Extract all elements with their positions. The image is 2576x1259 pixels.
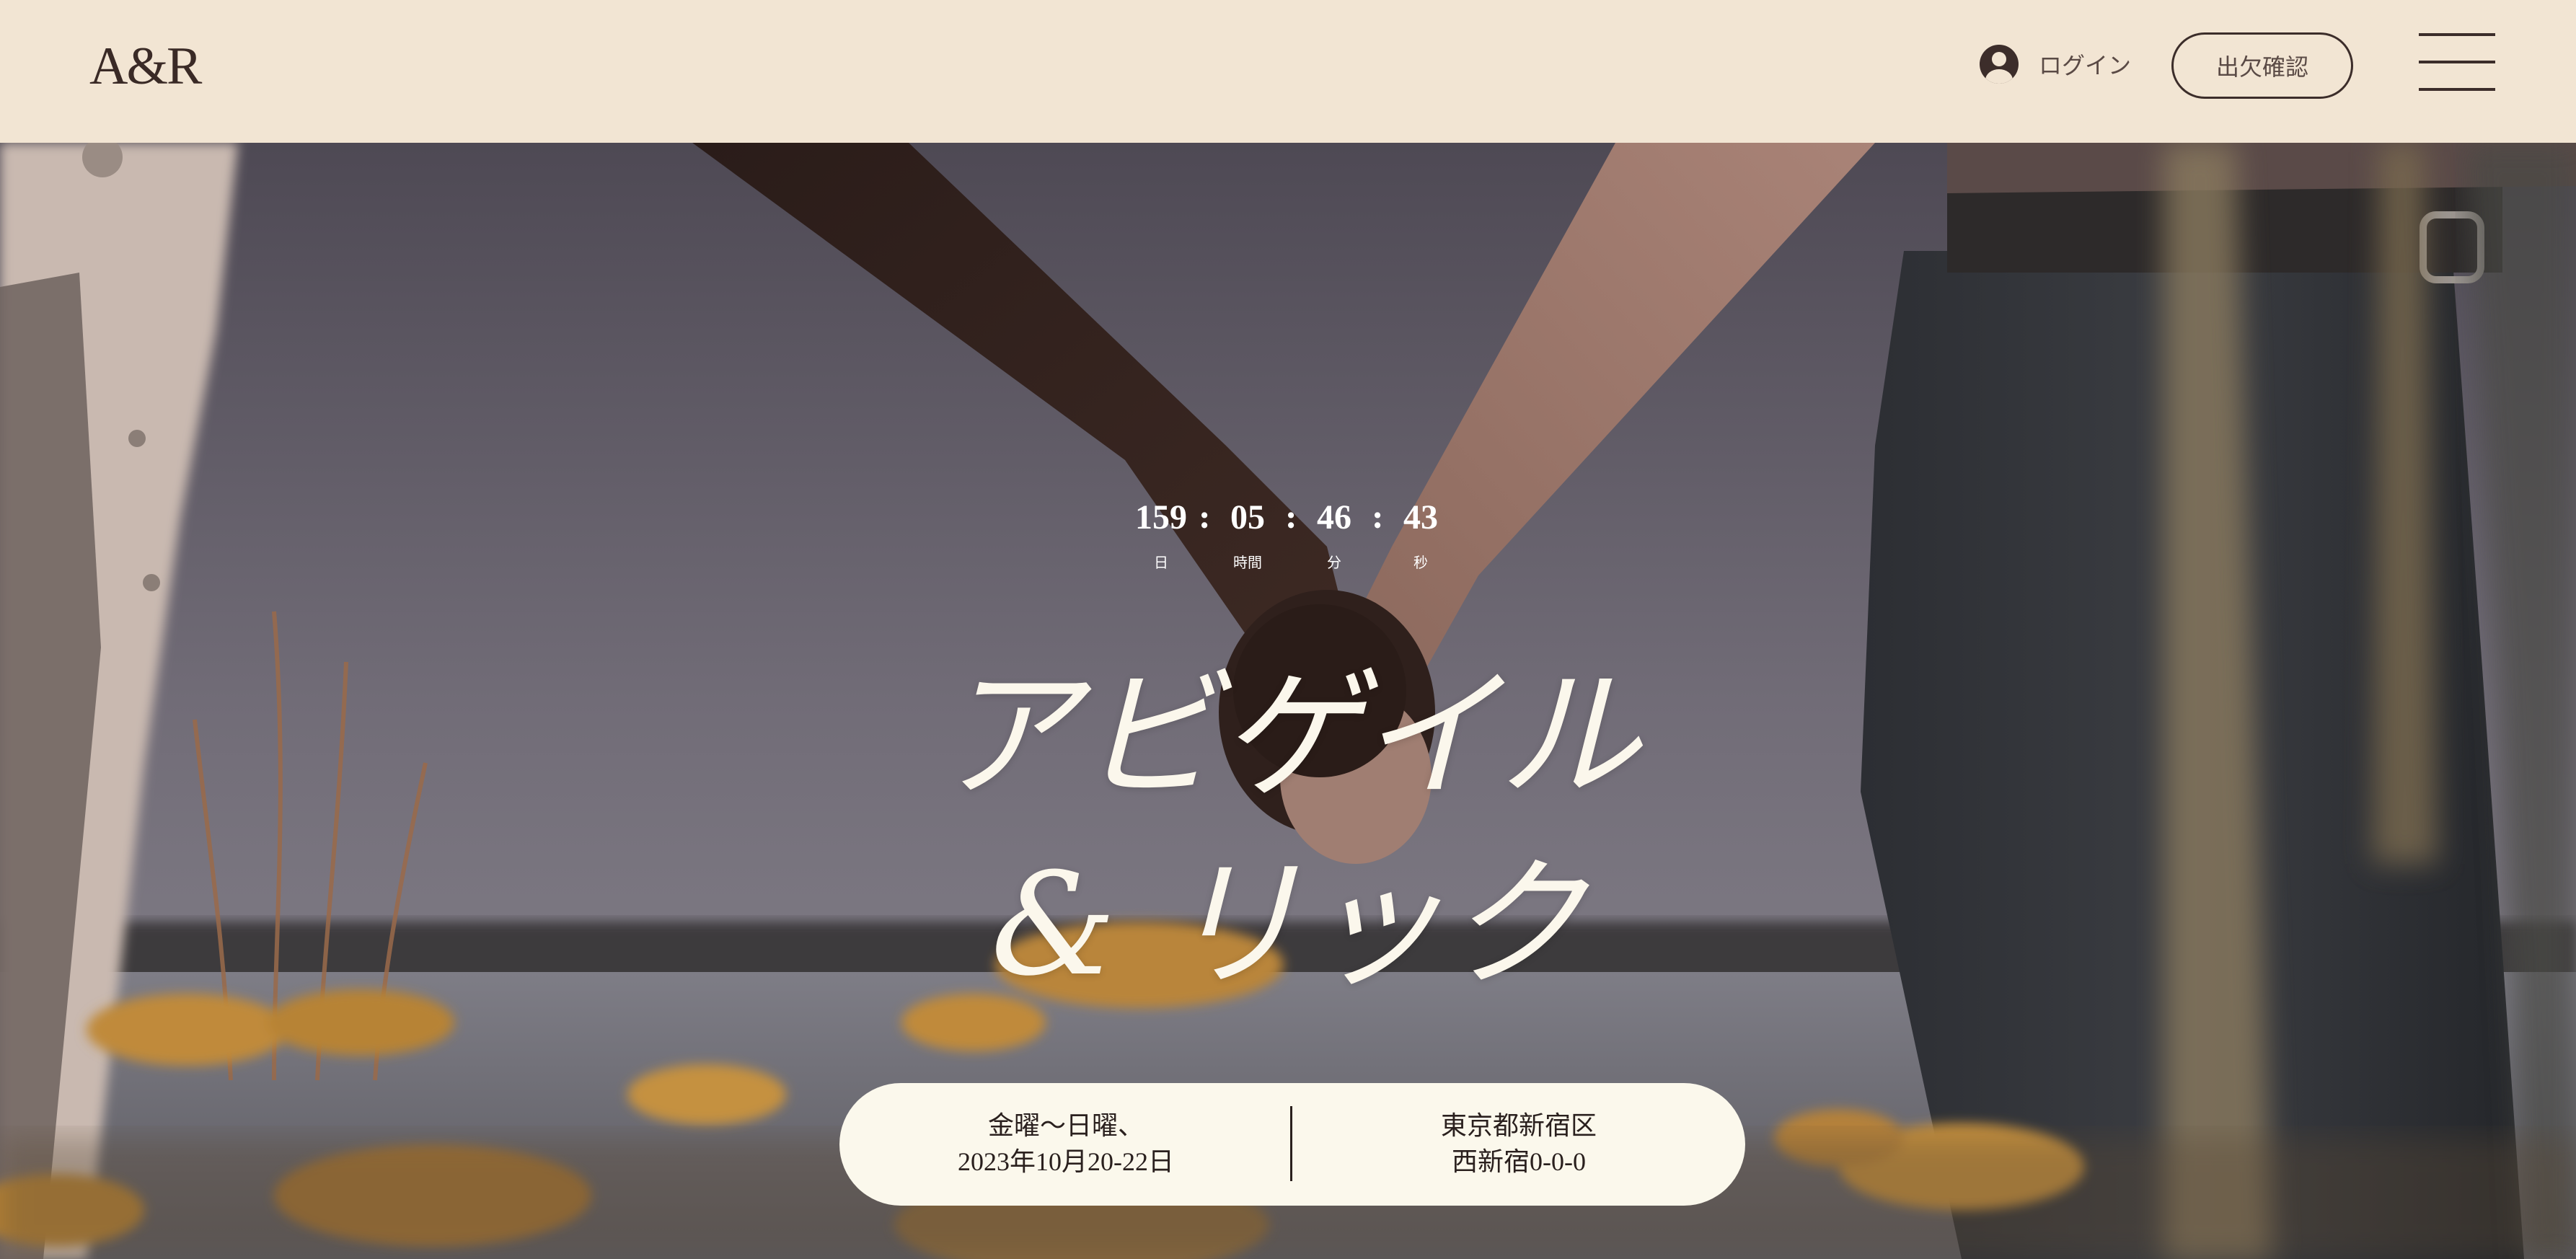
hamburger-menu-icon[interactable] — [2419, 32, 2495, 94]
countdown-hours-unit: 時間 — [1233, 554, 1262, 571]
countdown-days: 159 — [1135, 498, 1187, 536]
couple-name-line-1: アビゲイル — [935, 654, 1641, 818]
rsvp-button[interactable]: 出欠確認 — [2171, 32, 2353, 99]
login-label: ログイン — [2039, 52, 2132, 79]
login-link[interactable]: ログイン — [1980, 43, 2131, 85]
user-circle-icon — [1980, 45, 2019, 84]
countdown-days-unit: 日 — [1154, 554, 1168, 571]
menu-line — [2419, 33, 2495, 36]
countdown-separator: : — [1372, 499, 1384, 536]
countdown-seconds-unit: 秒 — [1413, 554, 1428, 571]
countdown-timer: 159 : 05 : 46 : 43 日 時間 分 秒 — [1132, 498, 1442, 584]
countdown-hours: 05 — [1230, 498, 1265, 536]
event-date: 金曜～日曜、 2023年10月20-22日 — [839, 1108, 1292, 1180]
event-venue-address: 西新宿0-0-0 — [1452, 1147, 1586, 1176]
event-date-range: 2023年10月20-22日 — [958, 1147, 1174, 1176]
countdown-minutes-unit: 分 — [1327, 554, 1341, 571]
site-header: A&R ログイン 出欠確認 — [0, 0, 2576, 143]
menu-line — [2419, 61, 2495, 63]
countdown-separator: : — [1285, 499, 1297, 536]
countdown-separator: : — [1199, 499, 1211, 536]
couple-name-line-2: & リック — [990, 843, 1586, 1007]
couple-names-heading: アビゲイル & リック — [0, 642, 2576, 1020]
event-venue: 東京都新宿区 西新宿0-0-0 — [1292, 1108, 1745, 1180]
event-venue-city: 東京都新宿区 — [1440, 1111, 1597, 1140]
countdown-minutes: 46 — [1317, 498, 1351, 536]
event-info-pill: 金曜～日曜、 2023年10月20-22日 東京都新宿区 西新宿0-0-0 — [839, 1083, 1745, 1206]
event-date-days: 金曜～日曜、 — [987, 1111, 1144, 1140]
countdown-seconds: 43 — [1403, 498, 1438, 536]
site-logo[interactable]: A&R — [89, 33, 202, 100]
menu-line — [2419, 88, 2495, 91]
